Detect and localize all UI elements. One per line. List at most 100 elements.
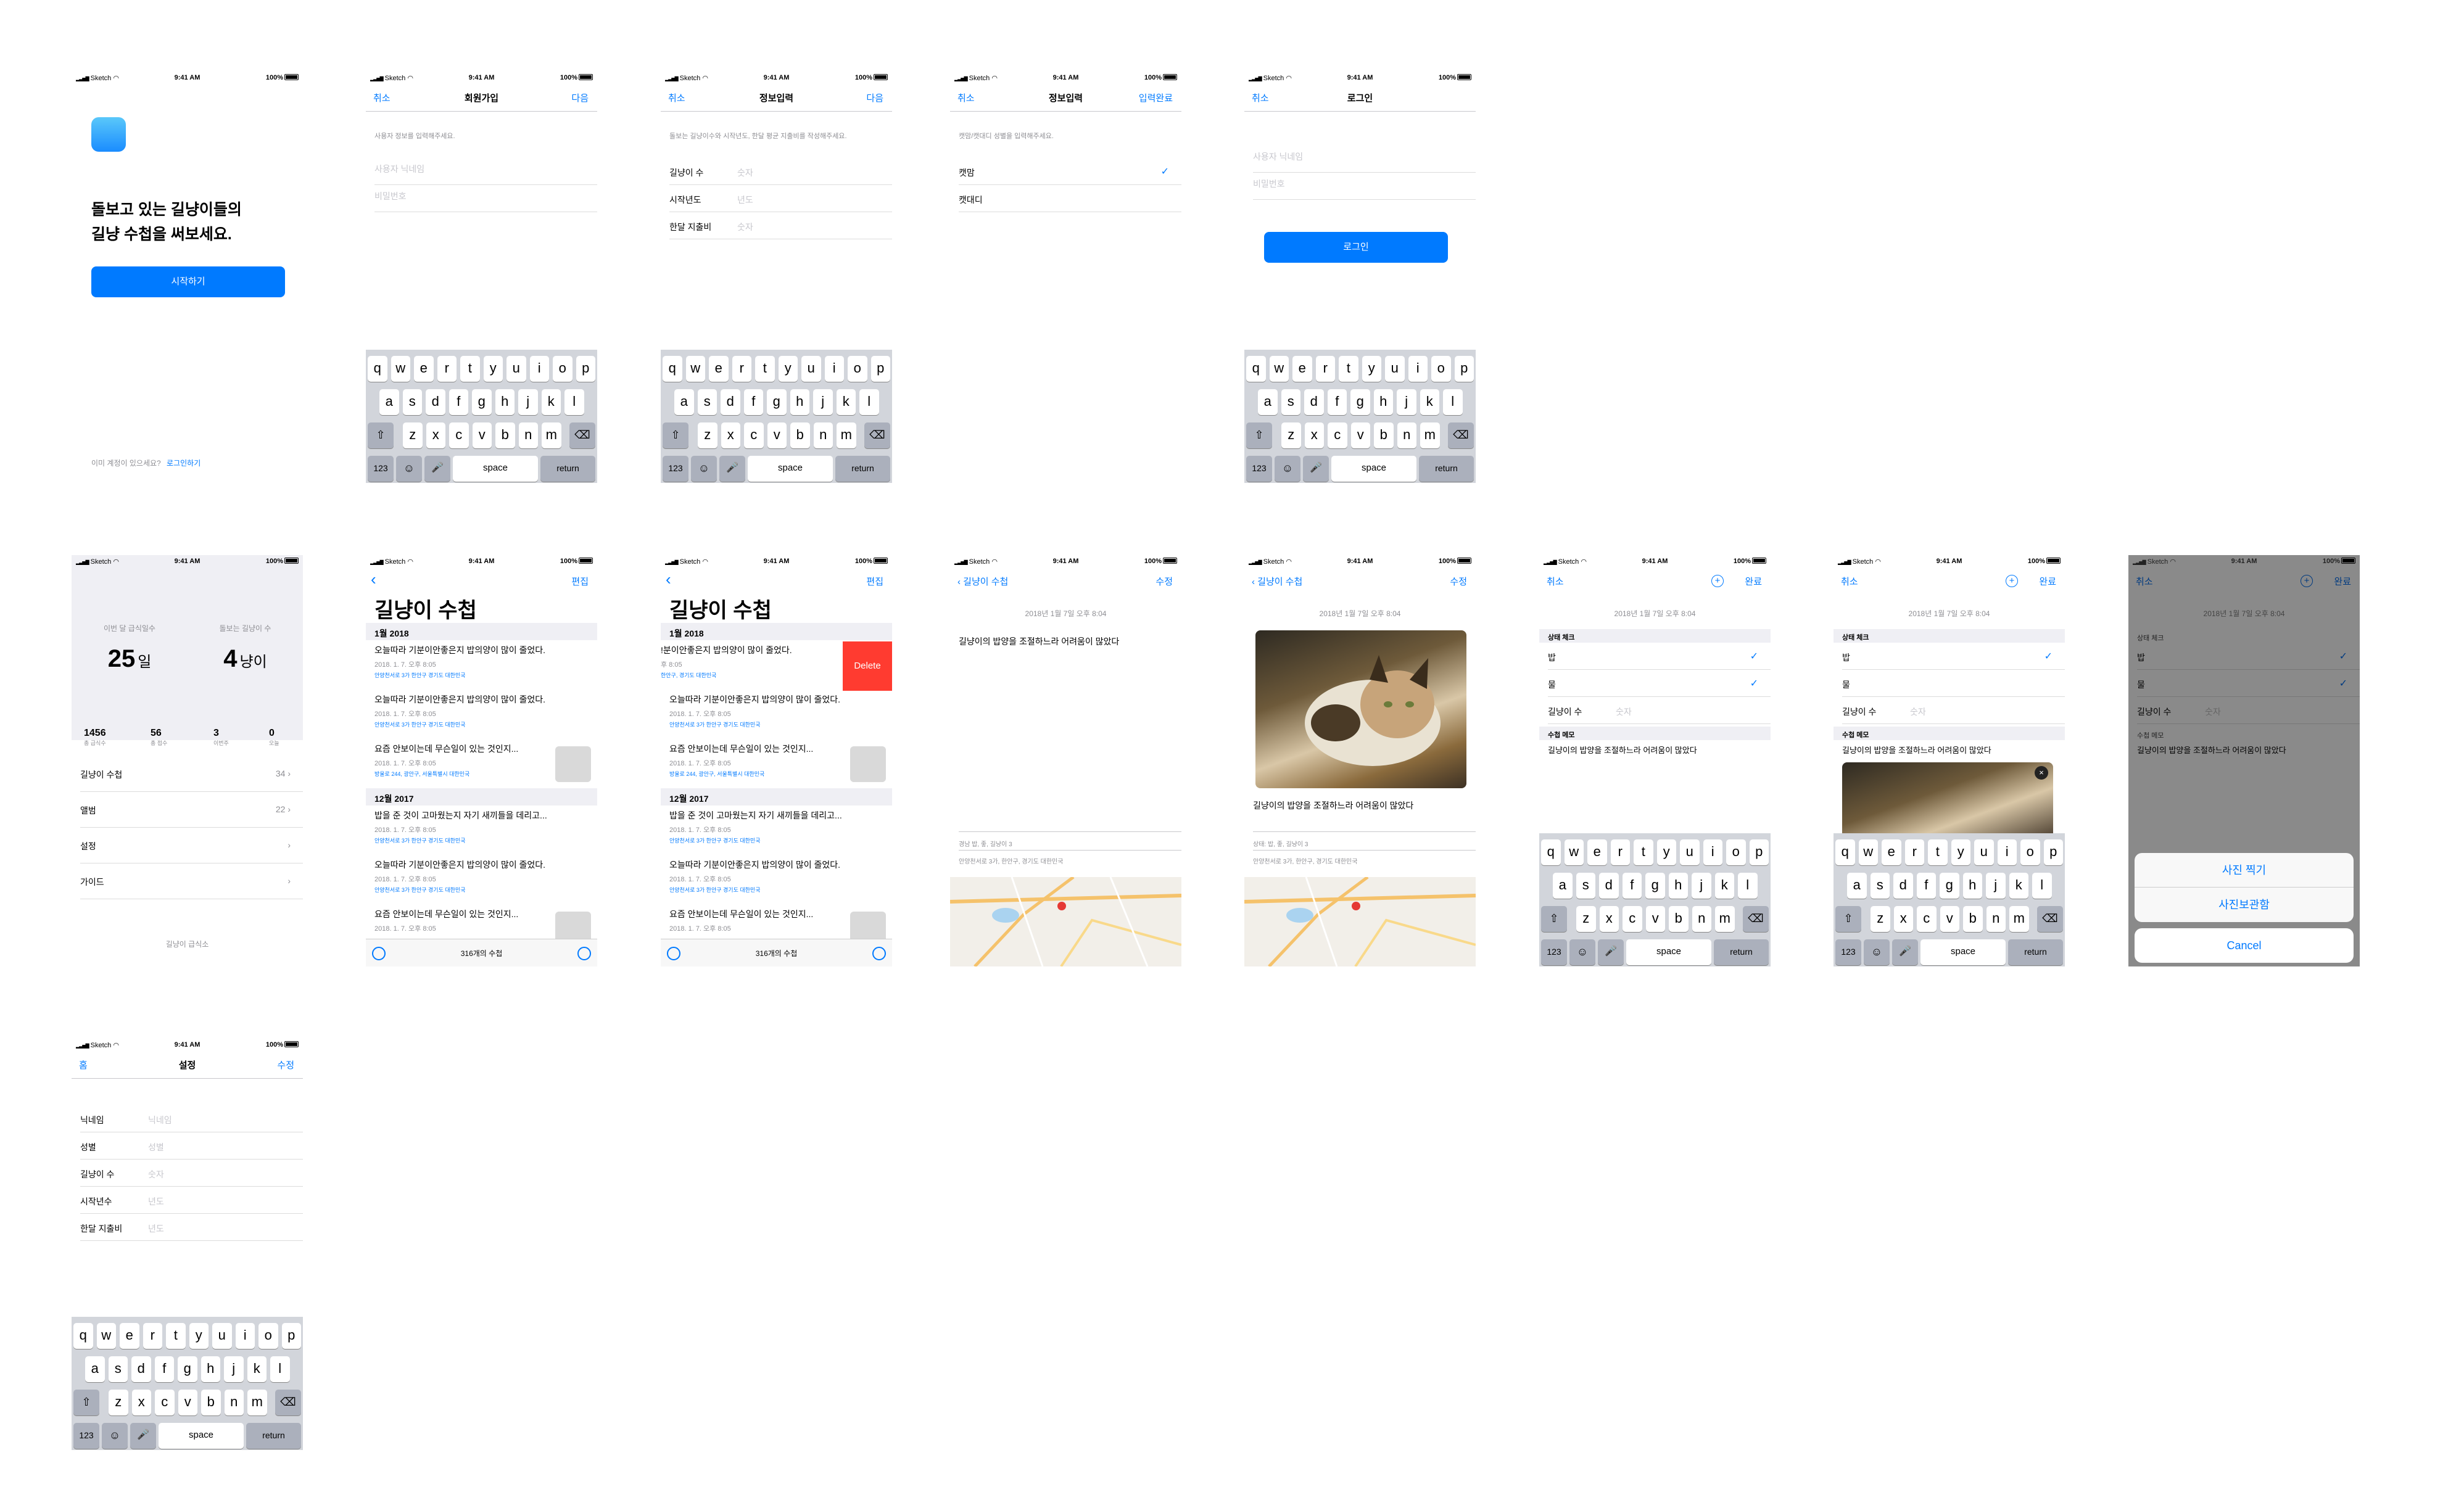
key-k[interactable]: k (1714, 873, 1734, 899)
memo-text[interactable]: 길냥이의 밥양을 조절하느라 어려움이 많았다 (1842, 744, 1991, 756)
key-l[interactable]: l (270, 1356, 290, 1382)
key-b[interactable]: b (1374, 422, 1394, 448)
backspace-key-icon[interactable]: ⌫ (1743, 906, 1769, 932)
key-w[interactable]: w (1269, 356, 1289, 382)
key-o[interactable]: o (2020, 839, 2040, 865)
key-e[interactable]: e (1292, 356, 1312, 382)
key-y[interactable]: y (189, 1323, 209, 1349)
menu-album[interactable]: 앨범 22 › (80, 792, 303, 828)
nickname-input[interactable] (374, 164, 560, 174)
return-key[interactable]: return (835, 456, 890, 482)
return-key[interactable]: return (2008, 939, 2063, 965)
key-h[interactable]: h (201, 1356, 220, 1382)
back-button[interactable]: ‹ 길냥이 수첩 (957, 575, 1008, 588)
key-k[interactable]: k (247, 1356, 267, 1382)
take-photo-button[interactable]: 사진 찍기 (2135, 853, 2354, 888)
edit-button[interactable]: 편집 (866, 575, 883, 588)
key-d[interactable]: d (131, 1356, 151, 1382)
key-w[interactable]: w (1858, 839, 1878, 865)
key-j[interactable]: j (1397, 389, 1416, 415)
key-v[interactable]: v (1350, 422, 1370, 448)
space-key[interactable]: space (159, 1423, 244, 1449)
key-b[interactable]: b (1963, 906, 1983, 932)
emoji-key-icon[interactable]: ☺ (1569, 939, 1595, 965)
key-q[interactable]: q (368, 356, 387, 382)
memo-text[interactable]: 길냥이의 밥양을 조절하느라 어려움이 많았다 (1548, 744, 1697, 756)
emoji-key-icon[interactable]: ☺ (396, 456, 422, 482)
key-x[interactable]: x (131, 1390, 151, 1415)
cancel-button[interactable]: 취소 (957, 91, 975, 104)
key-y[interactable]: y (483, 356, 503, 382)
location-map[interactable] (1244, 877, 1476, 966)
key-o[interactable]: o (848, 356, 867, 382)
nickname-field[interactable]: 닉네임 닉네임 (80, 1105, 303, 1132)
key-e[interactable]: e (709, 356, 729, 382)
add-photo-icon[interactable]: + (1711, 575, 1724, 587)
cat-count-field[interactable]: 길냥이 수 숫자 (669, 158, 892, 185)
nickname-field[interactable] (374, 158, 597, 185)
remove-photo-icon[interactable]: × (2035, 766, 2048, 780)
key-r[interactable]: r (143, 1323, 162, 1349)
microphone-key-icon[interactable]: 🎤 (1303, 456, 1329, 482)
key-l[interactable]: l (564, 389, 584, 415)
add-photo-icon[interactable]: + (2301, 575, 2313, 587)
key-i[interactable]: i (529, 356, 549, 382)
key-n[interactable]: n (1692, 906, 1711, 932)
backspace-key-icon[interactable]: ⌫ (569, 422, 595, 448)
key-a[interactable]: a (1553, 873, 1573, 899)
edit-button[interactable]: 수정 (1450, 575, 1467, 588)
key-s[interactable]: s (402, 389, 422, 415)
key-t[interactable]: t (1339, 356, 1358, 382)
key-z[interactable]: z (109, 1390, 128, 1415)
key-l[interactable]: l (2032, 873, 2052, 899)
option-food[interactable]: 밥 ✓ (1842, 643, 2065, 670)
return-key[interactable]: return (1419, 456, 1474, 482)
key-p[interactable]: p (281, 1323, 301, 1349)
key-n[interactable]: n (224, 1390, 244, 1415)
key-k[interactable]: k (1420, 389, 1439, 415)
shift-key-icon[interactable]: ⇧ (1835, 906, 1861, 932)
key-r[interactable]: r (437, 356, 457, 382)
key-c[interactable]: c (449, 422, 469, 448)
key-c[interactable]: c (1328, 422, 1347, 448)
key-z[interactable]: z (1281, 422, 1301, 448)
cat-photo[interactable] (1255, 630, 1466, 788)
monthly-cost-field[interactable]: 한달 지출비 년도 (80, 1214, 303, 1241)
cancel-button[interactable]: 취소 (2136, 575, 2153, 588)
key-z[interactable]: z (1871, 906, 1890, 932)
key-e[interactable]: e (1587, 839, 1607, 865)
key-m[interactable]: m (1420, 422, 1440, 448)
password-field[interactable] (1253, 173, 1476, 200)
key-b[interactable]: b (201, 1390, 221, 1415)
numbers-key[interactable]: 123 (1541, 939, 1567, 965)
key-t[interactable]: t (1634, 839, 1653, 865)
list-item[interactable]: 오늘따라 기분이안좋은지 밥의양이 많이 줄었다. 2018. 1. 7. 오후 … (374, 693, 597, 728)
key-j[interactable]: j (518, 389, 538, 415)
key-p[interactable]: p (1749, 839, 1769, 865)
key-y[interactable]: y (1362, 356, 1381, 382)
shift-key-icon[interactable]: ⇧ (663, 422, 688, 448)
key-h[interactable]: h (1668, 873, 1688, 899)
key-b[interactable]: b (495, 422, 515, 448)
key-z[interactable]: z (403, 422, 423, 448)
emoji-key-icon[interactable]: ☺ (1275, 456, 1300, 482)
emoji-key-icon[interactable]: ☺ (102, 1423, 128, 1449)
option-food[interactable]: 밥 ✓ (1548, 643, 1771, 670)
list-item-swiped[interactable]: !분이안좋은지 밥의양이 많이 줄었다. 후 8:05 한안구, 경기도 대한민국 (661, 644, 840, 679)
key-o[interactable]: o (553, 356, 573, 382)
key-c[interactable]: c (155, 1390, 175, 1415)
login-link[interactable]: 로그인하기 (167, 459, 201, 468)
key-g[interactable]: g (472, 389, 492, 415)
key-a[interactable]: a (674, 389, 694, 415)
key-i[interactable]: i (235, 1323, 255, 1349)
key-w[interactable]: w (391, 356, 410, 382)
key-b[interactable]: b (790, 422, 810, 448)
key-a[interactable]: a (379, 389, 399, 415)
list-item[interactable]: 요즘 안보이는데 무슨일이 있는 것인지... 2018. 1. 7. 오후 8:… (374, 743, 547, 778)
cancel-button[interactable]: 취소 (373, 91, 391, 104)
space-key[interactable]: space (1920, 939, 2006, 965)
key-m[interactable]: m (1715, 906, 1735, 932)
key-g[interactable]: g (1940, 873, 1959, 899)
cancel-button[interactable]: 취소 (1252, 91, 1269, 104)
backspace-key-icon[interactable]: ⌫ (864, 422, 890, 448)
